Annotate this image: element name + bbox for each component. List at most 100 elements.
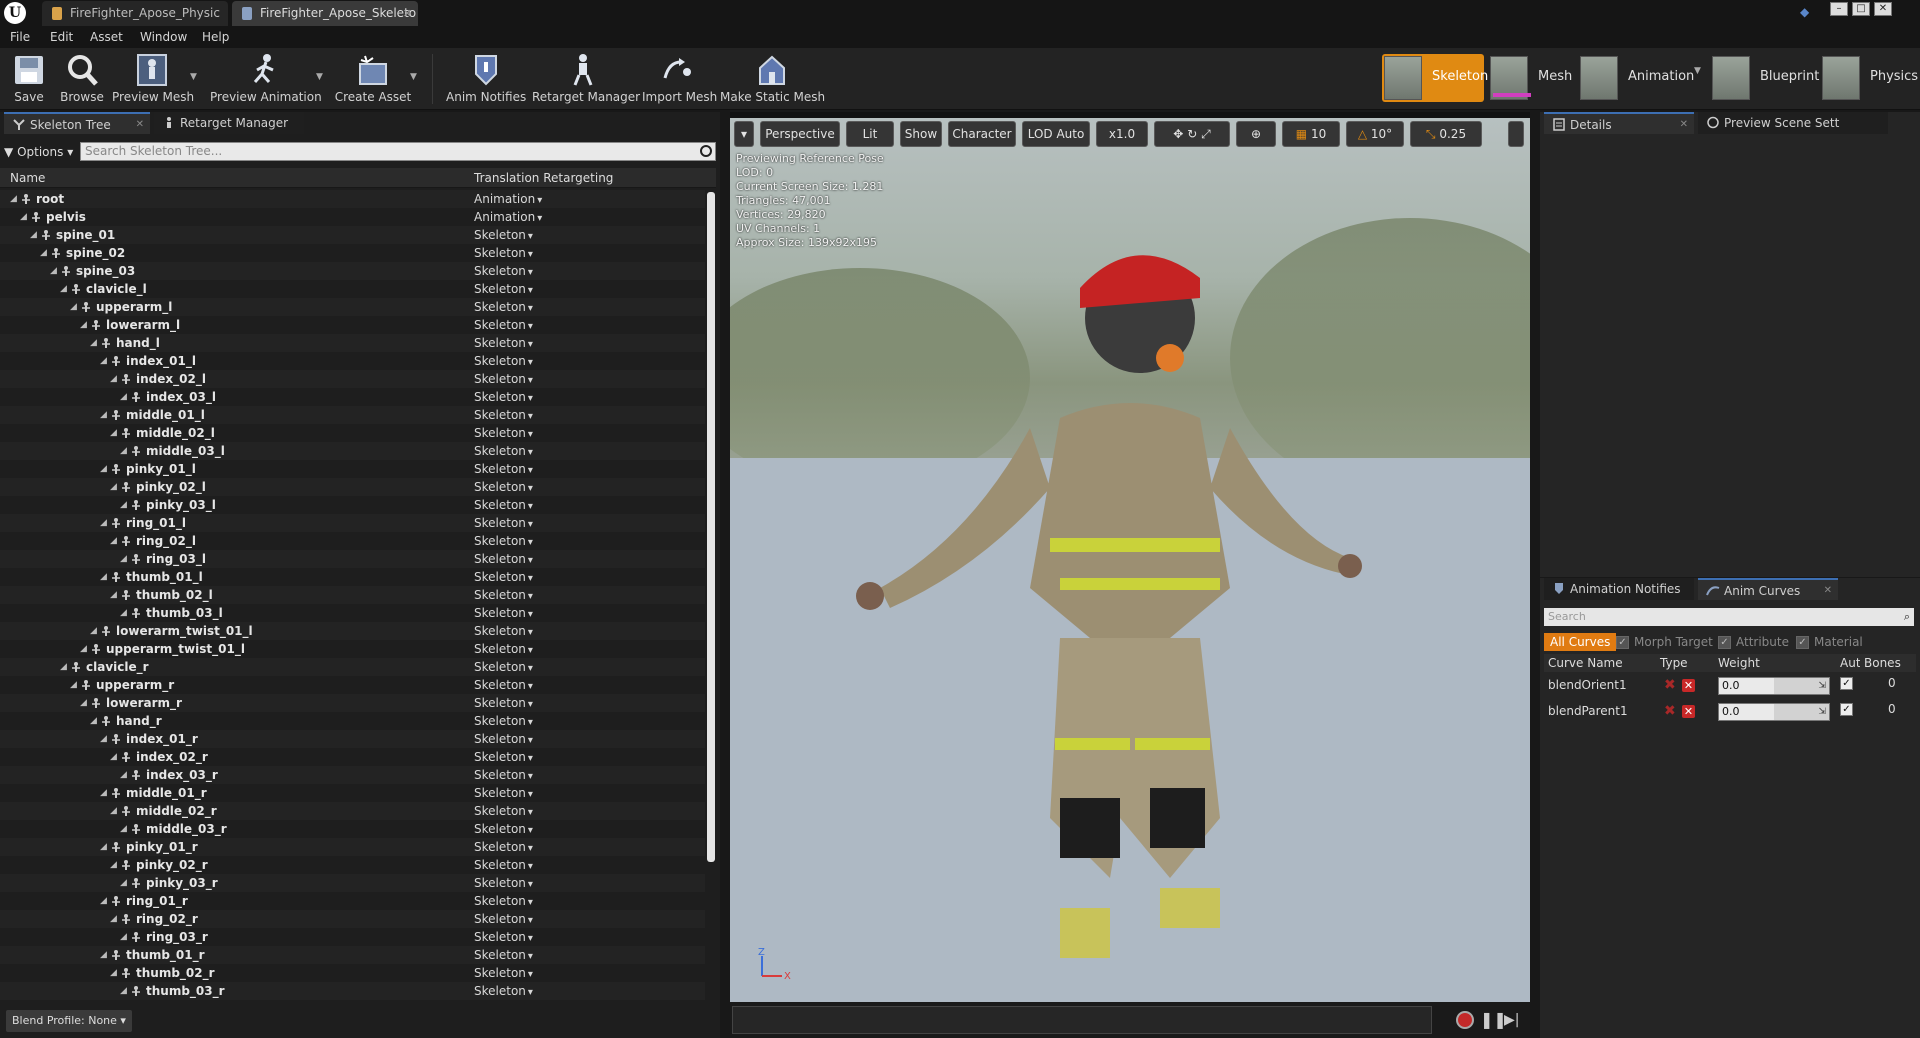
expand-triangle-icon[interactable]: ◢ (40, 244, 47, 262)
bone-row-upperarm_l[interactable]: ◢ upperarm_l Skeleton (0, 298, 705, 316)
curve-row[interactable]: blendOrient1 ✖ ✕ 0.0 ⇲ ✓ 0 (1544, 674, 1916, 698)
tab-skeleton-tree[interactable]: Skeleton Tree ✕ (4, 112, 150, 134)
retarget-type-dropdown[interactable]: Skeleton (474, 406, 533, 426)
expand-triangle-icon[interactable]: ◢ (90, 712, 97, 730)
bone-row-thumb_02_l[interactable]: ◢ thumb_02_l Skeleton (0, 586, 705, 604)
transform-tools[interactable]: ✥ ↻ ⤢ (1154, 121, 1230, 147)
mode-physics[interactable]: Physics (1820, 54, 1920, 102)
expand-triangle-icon[interactable]: ◢ (20, 208, 27, 226)
bone-row-index_03_r[interactable]: ◢ index_03_r Skeleton (0, 766, 705, 784)
viewport-scene[interactable]: ▾ Perspective Lit Show Character LOD Aut… (730, 118, 1530, 1002)
retarget-type-dropdown[interactable]: Skeleton (474, 856, 533, 876)
mode-blueprint[interactable]: Blueprint (1710, 54, 1820, 102)
expand-triangle-icon[interactable]: ◢ (110, 424, 117, 442)
bone-row-pinky_03_l[interactable]: ◢ pinky_03_l Skeleton (0, 496, 705, 514)
move-icon[interactable]: ✥ (1173, 127, 1183, 141)
expand-triangle-icon[interactable]: ◢ (120, 928, 127, 946)
retarget-type-dropdown[interactable]: Skeleton (474, 496, 533, 516)
retarget-type-dropdown[interactable]: Skeleton (474, 424, 533, 444)
menu-window[interactable]: Window (140, 26, 187, 48)
mode-skeleton[interactable]: Skeleton (1382, 54, 1488, 102)
retarget-type-dropdown[interactable]: Skeleton (474, 280, 533, 300)
expand-triangle-icon[interactable]: ◢ (110, 856, 117, 874)
bone-row-thumb_01_r[interactable]: ◢ thumb_01_r Skeleton (0, 946, 705, 964)
retarget-type-dropdown[interactable]: Skeleton (474, 550, 533, 570)
retarget-type-dropdown[interactable]: Skeleton (474, 370, 533, 390)
expand-triangle-icon[interactable]: ◢ (120, 496, 127, 514)
attribute-filter[interactable]: ✓ Attribute (1718, 633, 1789, 651)
expand-triangle-icon[interactable]: ◢ (120, 982, 127, 1000)
retarget-type-dropdown[interactable]: Skeleton (474, 568, 533, 588)
anim-notifies-button[interactable]: Anim Notifies (446, 50, 526, 108)
bone-row-hand_r[interactable]: ◢ hand_r Skeleton (0, 712, 705, 730)
expand-triangle-icon[interactable]: ◢ (60, 280, 67, 298)
auto-checkbox[interactable]: ✓ (1840, 703, 1853, 716)
collaborate-icon[interactable]: ◆ (1800, 5, 1816, 19)
menu-asset[interactable]: Asset (90, 26, 123, 48)
retarget-type-dropdown[interactable]: Skeleton (474, 532, 533, 552)
retarget-type-dropdown[interactable]: Skeleton (474, 316, 533, 336)
retarget-type-dropdown[interactable]: Skeleton (474, 352, 533, 372)
rotation-snap-button[interactable]: △ 10° (1346, 121, 1404, 147)
bone-row-index_02_r[interactable]: ◢ index_02_r Skeleton (0, 748, 705, 766)
column-type[interactable]: Type (1660, 656, 1688, 670)
expand-triangle-icon[interactable]: ◢ (10, 190, 17, 208)
save-button[interactable]: Save (8, 50, 50, 108)
expand-triangle-icon[interactable]: ◢ (100, 568, 107, 586)
skeleton-search-input[interactable]: Search Skeleton Tree... (80, 142, 716, 161)
retarget-type-dropdown[interactable]: Skeleton (474, 478, 533, 498)
bone-row-index_01_l[interactable]: ◢ index_01_l Skeleton (0, 352, 705, 370)
retarget-type-dropdown[interactable]: Skeleton (474, 586, 533, 606)
bone-row-middle_01_l[interactable]: ◢ middle_01_l Skeleton (0, 406, 705, 424)
expand-triangle-icon[interactable]: ◢ (120, 766, 127, 784)
bone-row-pinky_03_r[interactable]: ◢ pinky_03_r Skeleton (0, 874, 705, 892)
retarget-type-dropdown[interactable]: Skeleton (474, 460, 533, 480)
retarget-type-dropdown[interactable]: Skeleton (474, 694, 533, 714)
doc-tab-skeleton[interactable]: FireFighter_Apose_Skeleto ✕ (232, 1, 418, 26)
retarget-type-dropdown[interactable]: Skeleton (474, 838, 533, 858)
tab-details[interactable]: Details ✕ (1544, 112, 1694, 134)
weight-input[interactable]: 0.0 ⇲ (1718, 677, 1830, 695)
material-type-icon[interactable]: ✕ (1682, 705, 1695, 718)
material-type-icon[interactable]: ✕ (1682, 679, 1695, 692)
column-translation-retargeting[interactable]: Translation Retargeting (474, 171, 613, 185)
expand-triangle-icon[interactable]: ◢ (120, 550, 127, 568)
bone-row-lowerarm_twist_01_l[interactable]: ◢ lowerarm_twist_01_l Skeleton (0, 622, 705, 640)
expand-triangle-icon[interactable]: ◢ (50, 262, 57, 280)
expand-triangle-icon[interactable]: ◢ (90, 334, 97, 352)
show-button[interactable]: Show (900, 121, 942, 147)
expand-triangle-icon[interactable]: ◢ (90, 622, 97, 640)
record-icon[interactable] (1456, 1011, 1474, 1029)
bone-row-pinky_02_r[interactable]: ◢ pinky_02_r Skeleton (0, 856, 705, 874)
bone-row-hand_l[interactable]: ◢ hand_l Skeleton (0, 334, 705, 352)
expand-triangle-icon[interactable]: ◢ (120, 442, 127, 460)
bone-row-thumb_01_l[interactable]: ◢ thumb_01_l Skeleton (0, 568, 705, 586)
retarget-type-dropdown[interactable]: Skeleton (474, 730, 533, 750)
minimize-button[interactable]: – (1830, 2, 1848, 16)
morph-type-icon[interactable]: ✖ (1664, 704, 1678, 718)
import-mesh-button[interactable]: Import Mesh (642, 50, 717, 108)
bone-row-clavicle_r[interactable]: ◢ clavicle_r Skeleton (0, 658, 705, 676)
preview-viewport[interactable]: ▾ Perspective Lit Show Character LOD Aut… (730, 112, 1530, 1038)
column-auto[interactable]: Auto (1840, 656, 1860, 670)
morph-type-icon[interactable]: ✖ (1664, 678, 1678, 692)
column-curve-name[interactable]: Curve Name (1548, 656, 1623, 670)
scale-snap-button[interactable]: ⤡ 0.25 (1410, 121, 1482, 147)
retarget-type-dropdown[interactable]: Skeleton (474, 622, 533, 642)
bone-row-ring_02_l[interactable]: ◢ ring_02_l Skeleton (0, 532, 705, 550)
retarget-type-dropdown[interactable]: Skeleton (474, 388, 533, 408)
options-dropdown[interactable]: ▼ Options ▾ (4, 143, 76, 162)
lod-button[interactable]: LOD Auto (1022, 121, 1090, 147)
create-asset-button[interactable]: Create Asset (334, 50, 412, 108)
retarget-type-dropdown[interactable]: Skeleton (474, 874, 533, 894)
skeleton-tree-scrollbar[interactable] (707, 192, 715, 862)
preview-animation-button[interactable]: Preview Animation (210, 50, 322, 108)
menu-help[interactable]: Help (202, 26, 229, 48)
expand-triangle-icon[interactable]: ◢ (100, 406, 107, 424)
bone-row-spine_02[interactable]: ◢ spine_02 Skeleton (0, 244, 705, 262)
close-window-button[interactable]: ✕ (1874, 2, 1892, 16)
bone-row-middle_02_r[interactable]: ◢ middle_02_r Skeleton (0, 802, 705, 820)
bone-row-thumb_03_r[interactable]: ◢ thumb_03_r Skeleton (0, 982, 705, 1000)
tab-retarget-manager[interactable]: Retarget Manager (154, 112, 304, 134)
close-tab-icon[interactable]: ✕ (403, 1, 412, 26)
